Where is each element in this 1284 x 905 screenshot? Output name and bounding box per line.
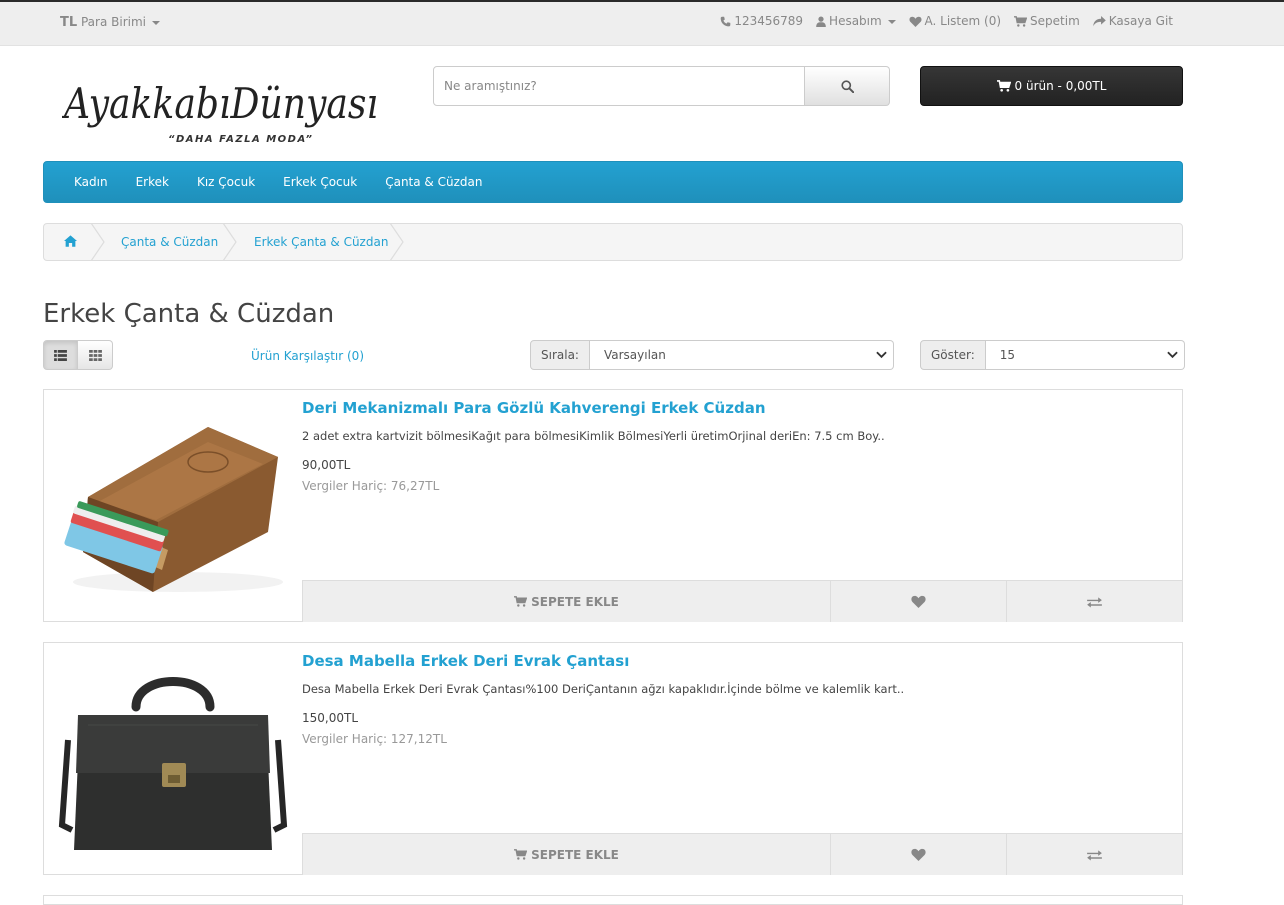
cart-icon	[514, 849, 528, 860]
currency-symbol: TL	[60, 15, 78, 30]
heart-icon	[909, 16, 922, 27]
product-price: 150,00TL	[302, 711, 359, 725]
search-bar	[433, 66, 890, 106]
search-button[interactable]	[805, 66, 890, 106]
caret-down-icon	[887, 19, 896, 24]
search-input[interactable]	[433, 66, 805, 106]
product-description: Desa Mabella Erkek Deri Evrak Çantası%10…	[302, 682, 905, 696]
currency-dropdown[interactable]: TL Para Birimi	[60, 15, 160, 30]
product-image-wallet[interactable]	[58, 402, 288, 607]
limit-select[interactable]: 15	[985, 340, 1185, 370]
top-bar: TL Para Birimi 123456789 Hesabım A. List…	[0, 2, 1284, 46]
logo-image: AyakkabıDünyası “DAHA FAZLA MODA”	[61, 79, 378, 145]
breadcrumb: Çanta & Cüzdan Erkek Çanta & Cüzdan	[43, 223, 1183, 261]
add-to-compare-button[interactable]	[1006, 834, 1182, 875]
top-links: 123456789 Hesabım A. Listem (0) Sepetim …	[720, 14, 1173, 28]
phone-number: 123456789	[734, 14, 804, 28]
grid-icon	[88, 349, 102, 361]
product-image-briefcase[interactable]	[58, 655, 288, 860]
breadcrumb-item[interactable]: Erkek Çanta & Cüzdan	[254, 224, 388, 260]
limit-label: Göster:	[920, 340, 986, 370]
page-title: Erkek Çanta & Cüzdan	[43, 299, 335, 329]
account-label: Hesabım	[829, 14, 882, 28]
compare-icon	[1087, 596, 1102, 608]
user-icon	[816, 16, 826, 27]
phone-icon	[721, 16, 731, 27]
product-price-ex-tax: Vergiler Hariç: 127,12TL	[302, 732, 447, 746]
wishlist-label: A. Listem (0)	[924, 14, 1002, 28]
add-to-wishlist-button[interactable]	[830, 834, 1006, 875]
cart-button[interactable]: 0 ürün - 0,00TL	[920, 66, 1183, 106]
heart-icon	[911, 848, 926, 861]
limit-value: 15	[999, 348, 1016, 362]
add-to-cart-button[interactable]: SEPETE EKLE	[302, 581, 830, 622]
limit-group: Göster: 15	[920, 340, 1185, 370]
logo-wordmark: AyakkabıDünyası	[62, 79, 378, 128]
list-icon	[54, 349, 67, 361]
menu-item-erkek[interactable]: Erkek	[122, 175, 183, 189]
cart-icon	[996, 80, 1011, 92]
menu-item-kadin[interactable]: Kadın	[60, 175, 122, 189]
heart-icon	[911, 595, 926, 608]
product-card: Desa Mabella Erkek Deri Evrak Çantası De…	[43, 642, 1183, 875]
product-description: 2 adet extra kartvizit bölmesiKağıt para…	[302, 429, 885, 443]
chevron-down-icon	[1167, 351, 1178, 359]
caret-down-icon	[151, 20, 160, 25]
chevron-down-icon	[876, 351, 887, 359]
briefcase-image	[58, 677, 288, 850]
cart-label: Sepetim	[1030, 14, 1080, 28]
product-button-group: SEPETE EKLE	[302, 833, 1182, 875]
store-logo[interactable]: AyakkabıDünyası “DAHA FAZLA MODA”	[61, 66, 382, 148]
account-dropdown[interactable]: Hesabım	[816, 14, 896, 28]
breadcrumb-item[interactable]: Çanta & Cüzdan	[121, 224, 218, 260]
breadcrumb-separator	[389, 224, 404, 260]
cart-button-label: 0 ürün - 0,00TL	[1014, 79, 1107, 93]
phone-link[interactable]: 123456789	[720, 14, 803, 28]
wishlist-link[interactable]: A. Listem (0)	[909, 14, 1002, 28]
product-card	[43, 895, 1183, 905]
category-menu: Kadın Erkek Kız Çocuk Erkek Çocuk Çanta …	[43, 161, 1183, 203]
search-icon	[840, 79, 854, 93]
cart-link[interactable]: Sepetim	[1014, 14, 1080, 28]
product-card: Deri Mekanizmalı Para Gözlü Kahverengi E…	[43, 389, 1183, 622]
list-view-button[interactable]	[43, 340, 78, 370]
checkout-label: Kasaya Git	[1108, 14, 1173, 28]
add-to-cart-button[interactable]: SEPETE EKLE	[302, 834, 830, 875]
add-to-cart-label: SEPETE EKLE	[531, 594, 619, 609]
share-icon	[1092, 16, 1106, 27]
add-to-compare-button[interactable]	[1006, 581, 1182, 622]
breadcrumb-home[interactable]	[64, 224, 77, 260]
menu-item-erkek-cocuk[interactable]: Erkek Çocuk	[269, 175, 371, 189]
add-to-cart-label: SEPETE EKLE	[531, 847, 619, 862]
breadcrumb-separator	[222, 224, 237, 260]
cart-icon	[514, 596, 528, 607]
currency-label: Para Birimi	[80, 15, 146, 29]
home-icon	[64, 235, 77, 247]
product-price-ex-tax: Vergiler Hariç: 76,27TL	[302, 479, 440, 493]
product-compare-link[interactable]: Ürün Karşılaştır (0)	[251, 349, 364, 363]
grid-view-button[interactable]	[78, 340, 113, 370]
compare-icon	[1087, 849, 1102, 861]
product-name[interactable]: Desa Mabella Erkek Deri Evrak Çantası	[302, 652, 629, 670]
wallet-image	[64, 427, 283, 592]
checkout-link[interactable]: Kasaya Git	[1092, 14, 1173, 28]
product-price: 90,00TL	[302, 458, 351, 472]
product-button-group: SEPETE EKLE	[302, 580, 1182, 622]
sort-value: Varsayılan	[603, 348, 666, 362]
view-toggle	[43, 340, 114, 370]
sort-label: Sırala:	[530, 340, 590, 370]
breadcrumb-separator	[90, 224, 105, 260]
logo-slogan: “DAHA FAZLA MODA”	[168, 134, 313, 145]
sort-group: Sırala: Varsayılan	[530, 340, 894, 370]
sort-select[interactable]: Varsayılan	[589, 340, 894, 370]
cart-icon	[1014, 16, 1028, 27]
add-to-wishlist-button[interactable]	[830, 581, 1006, 622]
menu-item-canta-cuzdan[interactable]: Çanta & Cüzdan	[371, 175, 496, 189]
product-name[interactable]: Deri Mekanizmalı Para Gözlü Kahverengi E…	[302, 399, 766, 417]
menu-item-kiz-cocuk[interactable]: Kız Çocuk	[183, 175, 269, 189]
